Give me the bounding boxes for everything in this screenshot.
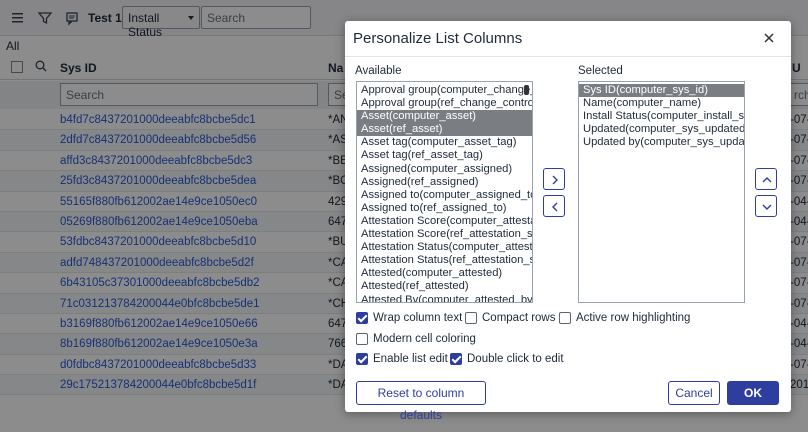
column-option[interactable]: Asset tag(computer_asset_tag) bbox=[357, 136, 532, 149]
column-option[interactable]: Attested(computer_attested) bbox=[357, 267, 532, 280]
chevron-left-icon bbox=[552, 202, 558, 212]
move-down-button[interactable] bbox=[755, 195, 777, 217]
column-option[interactable]: Attestation Status(computer_attest bbox=[357, 241, 532, 254]
remove-column-button[interactable] bbox=[543, 195, 565, 217]
column-option[interactable]: Attestation Score(computer_attesta bbox=[357, 215, 532, 228]
column-option[interactable]: Attestation Status(ref_attestation_s bbox=[357, 254, 532, 267]
available-columns-list[interactable]: Approval group(computer_change_c Approval… bbox=[356, 81, 533, 303]
column-option[interactable]: Assigned to(ref_assigned_to) bbox=[357, 202, 532, 215]
selected-columns-list[interactable]: Sys ID(computer_sys_id) Name(computer_nam… bbox=[578, 81, 745, 303]
close-icon[interactable] bbox=[761, 30, 777, 46]
enable-list-edit-label: Enable list edit bbox=[373, 353, 448, 365]
column-option[interactable]: Assigned to(computer_assigned_to) bbox=[357, 189, 532, 202]
column-option[interactable]: Updated(computer_sys_updated_ bbox=[579, 123, 744, 136]
column-option[interactable]: Attested(ref_attested) bbox=[357, 280, 532, 293]
column-option[interactable]: Name(computer_name) bbox=[579, 97, 744, 110]
column-option[interactable]: Assigned(ref_assigned) bbox=[357, 176, 532, 189]
column-option[interactable]: Approval group(ref_change_control bbox=[357, 97, 532, 110]
chevron-down-icon bbox=[762, 204, 772, 210]
dialog-title: Personalize List Columns bbox=[353, 30, 523, 47]
reset-to-column-defaults-button[interactable]: Reset to column defaults bbox=[356, 381, 486, 422]
chevron-up-icon bbox=[762, 177, 772, 183]
column-option[interactable]: Attested By(computer_attested_by) bbox=[357, 294, 532, 303]
column-option[interactable]: Sys ID(computer_sys_id) bbox=[579, 84, 744, 98]
double-click-to-edit-label: Double click to edit bbox=[467, 353, 564, 365]
column-option[interactable]: Asset(ref_asset) bbox=[357, 123, 532, 137]
modern-cell-coloring-label: Modern cell coloring bbox=[373, 333, 476, 345]
ok-button[interactable]: OK bbox=[727, 381, 779, 405]
available-label: Available bbox=[355, 65, 402, 77]
personalize-list-columns-dialog: Personalize List Columns Available Selec… bbox=[345, 21, 791, 422]
compact-rows-label: Compact rows bbox=[482, 312, 556, 324]
modern-cell-coloring-checkbox[interactable] bbox=[356, 333, 368, 345]
column-option[interactable]: Attestation Score(ref_attestation_sc bbox=[357, 228, 532, 241]
active-row-highlighting-label: Active row highlighting bbox=[576, 312, 691, 324]
chevron-right-icon bbox=[552, 175, 558, 185]
selected-label: Selected bbox=[578, 65, 623, 77]
cancel-button[interactable]: Cancel bbox=[668, 381, 720, 405]
column-option[interactable]: Asset(computer_asset) bbox=[357, 110, 532, 124]
wrap-column-text-checkbox[interactable] bbox=[356, 312, 368, 324]
wrap-column-text-label: Wrap column text bbox=[373, 312, 463, 324]
move-up-button[interactable] bbox=[755, 168, 777, 190]
enable-list-edit-checkbox[interactable] bbox=[356, 353, 368, 365]
scrollbar-thumb[interactable] bbox=[524, 85, 529, 95]
column-option[interactable]: Updated by(computer_sys_update bbox=[579, 136, 744, 149]
active-row-highlighting-checkbox[interactable] bbox=[559, 312, 571, 324]
compact-rows-checkbox[interactable] bbox=[465, 312, 477, 324]
add-column-button[interactable] bbox=[543, 168, 565, 190]
column-option[interactable]: Install Status(computer_install_st bbox=[579, 110, 744, 123]
column-option[interactable]: Assigned(computer_assigned) bbox=[357, 163, 532, 176]
column-option[interactable]: Approval group(computer_change_c bbox=[357, 84, 532, 97]
double-click-to-edit-checkbox[interactable] bbox=[450, 353, 462, 365]
dialog-divider bbox=[345, 56, 791, 57]
column-option[interactable]: Asset tag(ref_asset_tag) bbox=[357, 149, 532, 162]
